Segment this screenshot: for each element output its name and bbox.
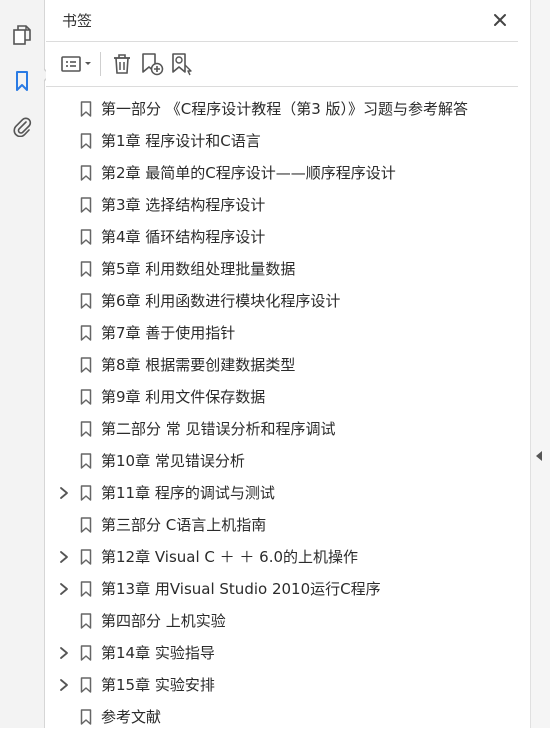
bookmark-label: 第二部分 常 见错误分析和程序调试 <box>101 420 336 438</box>
bookmark-item-icon <box>80 261 92 277</box>
bookmark-label: 第4章 循环结构程序设计 <box>101 228 266 246</box>
bookmark-item-icon <box>80 389 92 405</box>
bookmark-label: 第3章 选择结构程序设计 <box>101 196 266 214</box>
bookmark-item-7[interactable]: 第6章 利用函数进行模块化程序设计 <box>46 285 526 317</box>
expand-chevron-icon[interactable] <box>58 550 70 564</box>
bookmark-label: 第2章 最简单的C程序设计——顺序程序设计 <box>101 164 396 182</box>
bookmark-label: 第9章 利用文件保存数据 <box>101 388 266 406</box>
bookmark-item-icon <box>80 133 92 149</box>
bookmark-item-icon <box>80 453 92 469</box>
bookmark-item-icon <box>80 645 92 661</box>
expand-chevron-icon[interactable] <box>58 678 70 692</box>
bookmark-label: 第13章 用Visual Studio 2010运行C程序 <box>101 580 381 598</box>
bookmark-label: 第11章 程序的调试与测试 <box>101 484 275 502</box>
bookmark-item-icon <box>80 421 92 437</box>
find-bookmark-icon[interactable] <box>167 50 197 78</box>
bookmark-item-icon <box>80 581 92 597</box>
bookmark-item-5[interactable]: 第4章 循环结构程序设计 <box>46 221 526 253</box>
bookmarks-panel: 书签 第一部分 《C程序设计教程（第3 版）》习题与参考解答 第1章 程序设计和… <box>46 0 530 728</box>
bookmark-label: 第12章 Visual C ＋ ＋ 6.0的上机操作 <box>101 548 359 566</box>
bookmark-item-icon <box>80 677 92 693</box>
delete-icon[interactable] <box>107 50 137 78</box>
bookmark-list: 第一部分 《C程序设计教程（第3 版）》习题与参考解答 第1章 程序设计和C语言… <box>46 93 526 733</box>
bookmark-item-11[interactable]: 第二部分 常 见错误分析和程序调试 <box>46 413 526 445</box>
bookmark-item-icon <box>80 613 92 629</box>
expand-chevron-icon[interactable] <box>58 486 70 500</box>
expand-chevron-icon[interactable] <box>58 646 70 660</box>
bookmark-label: 参考文献 <box>101 708 162 726</box>
bookmark-item-8[interactable]: 第7章 善于使用指针 <box>46 317 526 349</box>
bookmark-item-15[interactable]: 第12章 Visual C ＋ ＋ 6.0的上机操作 <box>46 541 526 573</box>
bookmark-item-icon <box>80 485 92 501</box>
bookmark-icon[interactable] <box>10 69 34 93</box>
bookmark-item-14[interactable]: 第三部分 C语言上机指南 <box>46 509 526 541</box>
bookmark-item-12[interactable]: 第10章 常见错误分析 <box>46 445 526 477</box>
options-icon[interactable] <box>58 50 96 78</box>
divider <box>46 41 518 42</box>
bookmark-item-19[interactable]: 第15章 实验安排 <box>46 669 526 701</box>
attachment-icon[interactable] <box>10 114 34 138</box>
bookmark-item-icon <box>80 197 92 213</box>
navigation-rail <box>0 0 51 728</box>
new-bookmark-icon[interactable] <box>137 50 167 78</box>
bookmark-item-icon <box>80 165 92 181</box>
bookmark-item-icon <box>80 549 92 565</box>
bookmark-item-20[interactable]: 参考文献 <box>46 701 526 733</box>
bookmark-label: 第四部分 上机实验 <box>101 612 226 630</box>
bookmark-label: 第15章 实验安排 <box>101 676 215 694</box>
bookmark-label: 第1章 程序设计和C语言 <box>101 132 261 150</box>
toolbar-separator <box>100 52 101 76</box>
bookmark-label: 第三部分 C语言上机指南 <box>101 516 267 534</box>
bookmark-item-icon <box>80 229 92 245</box>
bookmark-item-6[interactable]: 第5章 利用数组处理批量数据 <box>46 253 526 285</box>
bookmark-item-16[interactable]: 第13章 用Visual Studio 2010运行C程序 <box>46 573 526 605</box>
close-icon[interactable] <box>490 10 510 30</box>
bookmark-item-icon <box>80 325 92 341</box>
bookmark-item-3[interactable]: 第2章 最简单的C程序设计——顺序程序设计 <box>46 157 526 189</box>
bookmark-item-18[interactable]: 第14章 实验指导 <box>46 637 526 669</box>
bookmark-item-1[interactable]: 第一部分 《C程序设计教程（第3 版）》习题与参考解答 <box>46 93 526 125</box>
bookmark-label: 第一部分 《C程序设计教程（第3 版）》习题与参考解答 <box>101 100 469 118</box>
expand-chevron-icon[interactable] <box>58 582 70 596</box>
bookmark-item-4[interactable]: 第3章 选择结构程序设计 <box>46 189 526 221</box>
bookmark-label: 第14章 实验指导 <box>101 644 215 662</box>
bookmark-item-17[interactable]: 第四部分 上机实验 <box>46 605 526 637</box>
bookmark-item-2[interactable]: 第1章 程序设计和C语言 <box>46 125 526 157</box>
bookmark-item-icon <box>80 709 92 725</box>
pages-icon[interactable] <box>10 23 34 47</box>
bookmark-label: 第6章 利用函数进行模块化程序设计 <box>101 292 341 310</box>
bookmark-label: 第8章 根据需要创建数据类型 <box>101 356 296 374</box>
bookmark-item-icon <box>80 101 92 117</box>
bookmark-item-icon <box>80 293 92 309</box>
bookmark-label: 第7章 善于使用指针 <box>101 324 236 342</box>
bookmark-label: 第5章 利用数组处理批量数据 <box>101 260 296 278</box>
bookmark-item-13[interactable]: 第11章 程序的调试与测试 <box>46 477 526 509</box>
divider <box>46 86 518 87</box>
bookmark-item-icon <box>80 357 92 373</box>
collapse-panel-icon[interactable] <box>536 451 542 461</box>
bookmark-item-9[interactable]: 第8章 根据需要创建数据类型 <box>46 349 526 381</box>
bookmark-item-icon <box>80 517 92 533</box>
bookmark-item-10[interactable]: 第9章 利用文件保存数据 <box>46 381 526 413</box>
right-panel-strip <box>530 0 550 728</box>
bookmark-toolbar <box>58 50 197 78</box>
bookmark-label: 第10章 常见错误分析 <box>101 452 245 470</box>
panel-title: 书签 <box>62 12 93 30</box>
